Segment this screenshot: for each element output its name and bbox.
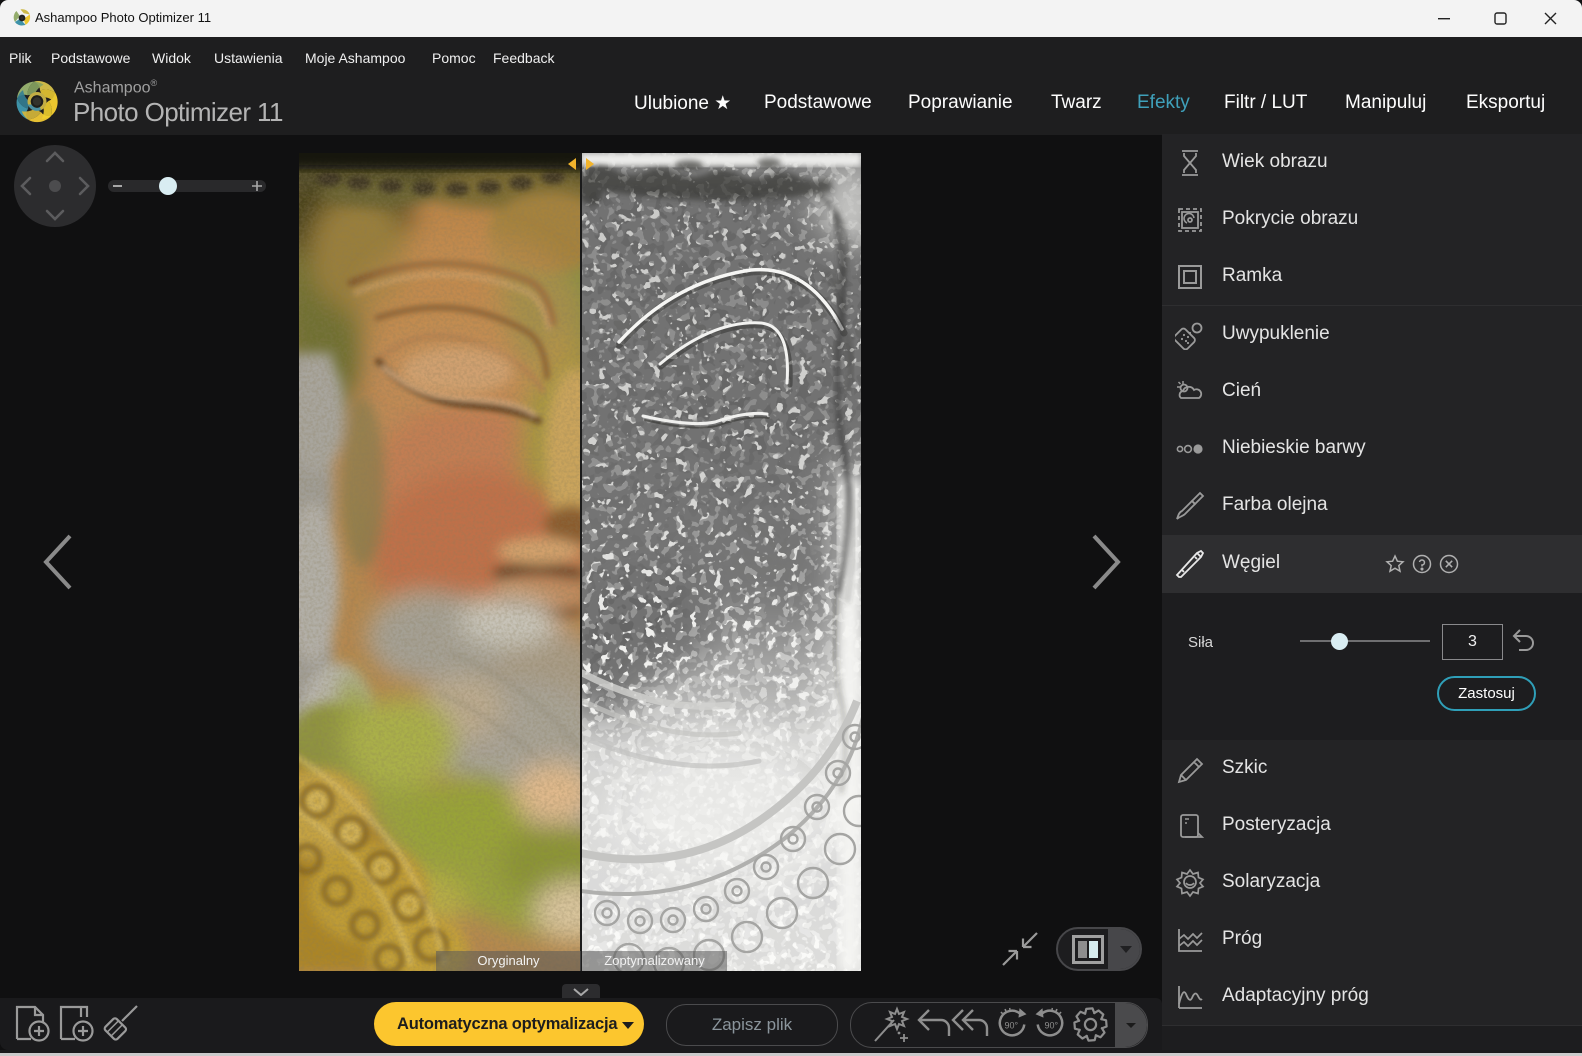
svg-text:90°: 90° — [1005, 1021, 1019, 1031]
svg-text:90°: 90° — [1045, 1021, 1059, 1031]
